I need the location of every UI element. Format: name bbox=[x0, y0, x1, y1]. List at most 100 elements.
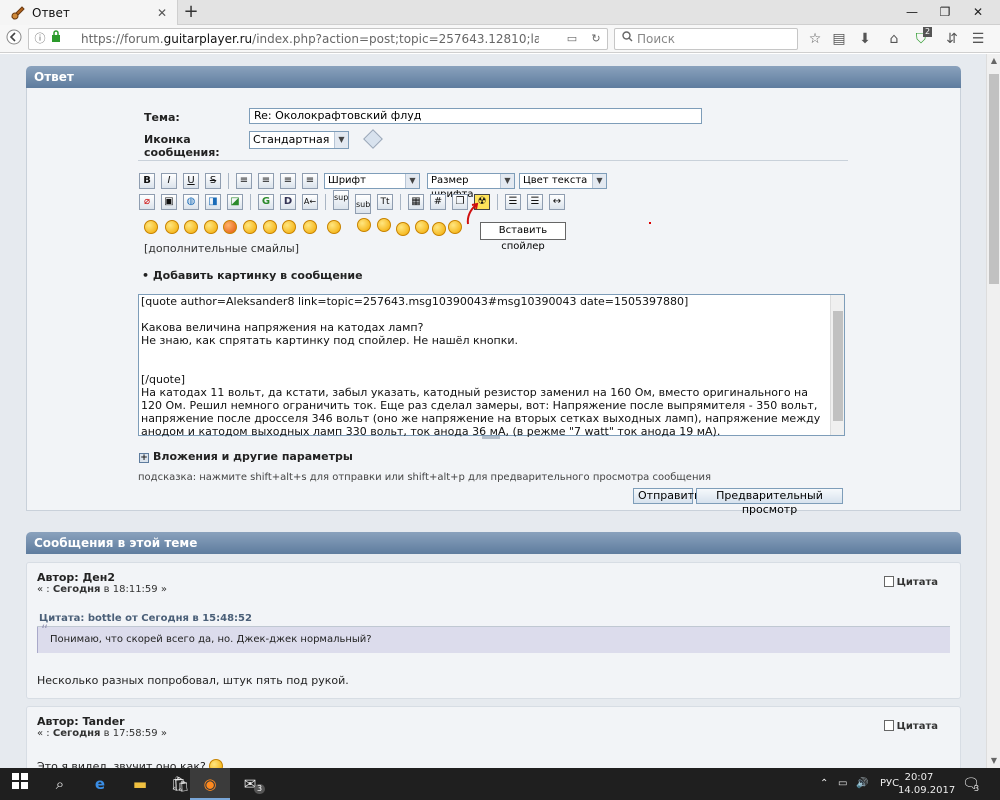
home-icon[interactable]: ⌂ bbox=[884, 29, 904, 49]
windows-start-icon[interactable] bbox=[0, 768, 40, 800]
input-language[interactable]: РУС bbox=[880, 768, 899, 800]
close-tab-icon[interactable]: ✕ bbox=[153, 4, 171, 22]
firefox-icon[interactable]: ◉ bbox=[190, 768, 230, 800]
lock-icon[interactable] bbox=[47, 30, 65, 48]
smiley-icon[interactable] bbox=[282, 220, 296, 234]
scroll-down-icon[interactable]: ▼ bbox=[987, 754, 1000, 768]
horizontal-rule-button[interactable]: ↔ bbox=[549, 194, 565, 210]
smiley-icon[interactable] bbox=[184, 220, 198, 234]
image-button[interactable]: ▣ bbox=[161, 194, 177, 210]
text-color-select[interactable]: Цвет текста ▼ bbox=[519, 173, 607, 189]
quote-header[interactable]: Цитата: bottle от Сегодня в 15:48:52 bbox=[37, 611, 950, 627]
strikethrough-button[interactable]: S bbox=[205, 173, 221, 189]
shield-addon-icon[interactable]: ⛉ 2 bbox=[911, 27, 933, 49]
bullet-list-button[interactable]: ☰ bbox=[505, 194, 521, 210]
browser-tab[interactable]: Ответ ✕ bbox=[0, 0, 178, 25]
quote-post-button[interactable]: Цитата bbox=[883, 576, 938, 588]
reader-view-icon[interactable]: ▭ bbox=[563, 30, 581, 48]
align-right-button[interactable]: ≡ bbox=[280, 173, 296, 189]
smiley-icon[interactable] bbox=[377, 218, 391, 232]
smiley-icon[interactable] bbox=[303, 220, 317, 234]
network-icon[interactable]: ▭ bbox=[838, 768, 847, 800]
smiley-icon[interactable] bbox=[415, 220, 429, 234]
search-bar[interactable]: Поиск bbox=[614, 28, 798, 50]
sync-icon[interactable]: ⇵ bbox=[942, 29, 962, 49]
superscript-button[interactable]: sup bbox=[333, 190, 349, 210]
email-button[interactable]: ◨ bbox=[205, 194, 221, 210]
font-size-select[interactable]: Размер шрифта▼ bbox=[427, 173, 515, 200]
annotation-arrow bbox=[466, 202, 479, 225]
mail-icon[interactable]: ✉ 3 bbox=[230, 768, 270, 800]
back-arrow-icon[interactable] bbox=[4, 29, 24, 49]
send-button[interactable]: Отправить bbox=[633, 488, 701, 504]
glow-button[interactable]: G bbox=[258, 194, 274, 210]
scroll-up-icon[interactable]: ▲ bbox=[987, 54, 1000, 68]
message-icon-select[interactable]: Стандартная ▼ bbox=[249, 131, 349, 149]
smiley-icon[interactable] bbox=[327, 220, 341, 234]
quote-post-button[interactable]: Цитата bbox=[883, 720, 938, 732]
justify-button[interactable]: ≡ bbox=[302, 173, 318, 189]
chevron-up-icon[interactable]: ⌃ bbox=[820, 768, 828, 800]
file-explorer-icon[interactable]: ▬ bbox=[120, 768, 160, 800]
code-button[interactable]: # bbox=[430, 194, 446, 210]
preview-button[interactable]: Предварительный просмотр bbox=[696, 488, 843, 516]
clock[interactable]: 20:07 14.09.2017 bbox=[898, 771, 955, 797]
page-scrollbar[interactable]: ▲ ▼ bbox=[986, 54, 1000, 768]
link-button[interactable]: ◍ bbox=[183, 194, 199, 210]
reload-icon[interactable]: ↻ bbox=[587, 30, 605, 48]
smiley-icon[interactable] bbox=[204, 220, 218, 234]
download-icon[interactable]: ⬇ bbox=[855, 29, 875, 49]
smiley-icon[interactable] bbox=[144, 220, 158, 234]
smiley-icon[interactable] bbox=[432, 222, 446, 236]
smiley-icon[interactable] bbox=[263, 220, 277, 234]
underline-button[interactable]: U bbox=[183, 173, 199, 189]
editor-scroll-thumb[interactable] bbox=[833, 311, 843, 421]
subject-input[interactable]: Re: Околокрафтовский флуд bbox=[249, 108, 702, 124]
align-left-button[interactable]: ≡ bbox=[236, 173, 252, 189]
new-tab-button[interactable]: + bbox=[181, 2, 201, 22]
edge-browser-icon[interactable]: e bbox=[80, 768, 120, 800]
table-button[interactable]: ▦ bbox=[408, 194, 424, 210]
post-author[interactable]: Автор: Ден2 bbox=[37, 571, 115, 584]
smiley-icon[interactable] bbox=[396, 222, 410, 236]
page-scroll-thumb[interactable] bbox=[989, 74, 999, 284]
bookmark-star-icon[interactable]: ☆ bbox=[805, 29, 825, 49]
italic-button[interactable]: I bbox=[161, 173, 177, 189]
smiley-icon[interactable] bbox=[223, 220, 237, 234]
library-icon[interactable]: ▤ bbox=[829, 29, 849, 49]
teletype-button[interactable]: Tt bbox=[377, 194, 393, 210]
attachments-toggle[interactable]: + Вложения и другие параметры bbox=[139, 450, 353, 463]
clock-time: 20:07 bbox=[904, 772, 934, 783]
menu-hamburger-icon[interactable]: ☰ bbox=[968, 29, 988, 49]
minimize-button[interactable]: — bbox=[897, 0, 927, 25]
tab-bar: Ответ ✕ + — ❐ ✕ bbox=[0, 0, 1000, 25]
font-select[interactable]: Шрифт ▼ bbox=[324, 173, 420, 189]
smiley-icon[interactable] bbox=[357, 218, 371, 232]
move-button[interactable]: A← bbox=[302, 194, 318, 210]
bold-button[interactable]: B bbox=[139, 173, 155, 189]
add-picture-link[interactable]: • Добавить картинку в сообщение bbox=[142, 269, 363, 282]
notifications-icon[interactable]: 🗨 3 bbox=[962, 768, 980, 800]
restore-button[interactable]: ❐ bbox=[930, 0, 960, 25]
close-window-button[interactable]: ✕ bbox=[963, 0, 993, 25]
subject-label: Тема: bbox=[144, 111, 180, 124]
subscript-button[interactable]: sub bbox=[355, 194, 371, 214]
flash-button[interactable]: ⌀ bbox=[139, 194, 155, 210]
volume-icon[interactable]: 🔊 bbox=[856, 768, 868, 800]
address-bar[interactable]: ⓘ https://forum.guitarplayer.ru/index.ph… bbox=[28, 28, 608, 50]
smiley-icon[interactable] bbox=[165, 220, 179, 234]
resize-grip[interactable] bbox=[482, 436, 500, 439]
post-author[interactable]: Автор: Tander bbox=[37, 715, 125, 728]
message-textarea[interactable]: [quote author=Aleksander8 link=topic=257… bbox=[138, 294, 845, 438]
smiley-icon[interactable] bbox=[448, 220, 462, 234]
smiley-icon[interactable] bbox=[243, 220, 257, 234]
message-icon-selected: Стандартная bbox=[253, 133, 330, 146]
search-icon[interactable]: ⌕ bbox=[40, 768, 80, 800]
align-center-button[interactable]: ≡ bbox=[258, 173, 274, 189]
editor-scrollbar[interactable] bbox=[830, 295, 844, 435]
chevron-down-icon: ▼ bbox=[405, 174, 419, 188]
shadow-button[interactable]: D bbox=[280, 194, 296, 210]
more-smileys-link[interactable]: [дополнительные смайлы] bbox=[144, 242, 299, 255]
ftp-button[interactable]: ◪ bbox=[227, 194, 243, 210]
numbered-list-button[interactable]: ☰ bbox=[527, 194, 543, 210]
